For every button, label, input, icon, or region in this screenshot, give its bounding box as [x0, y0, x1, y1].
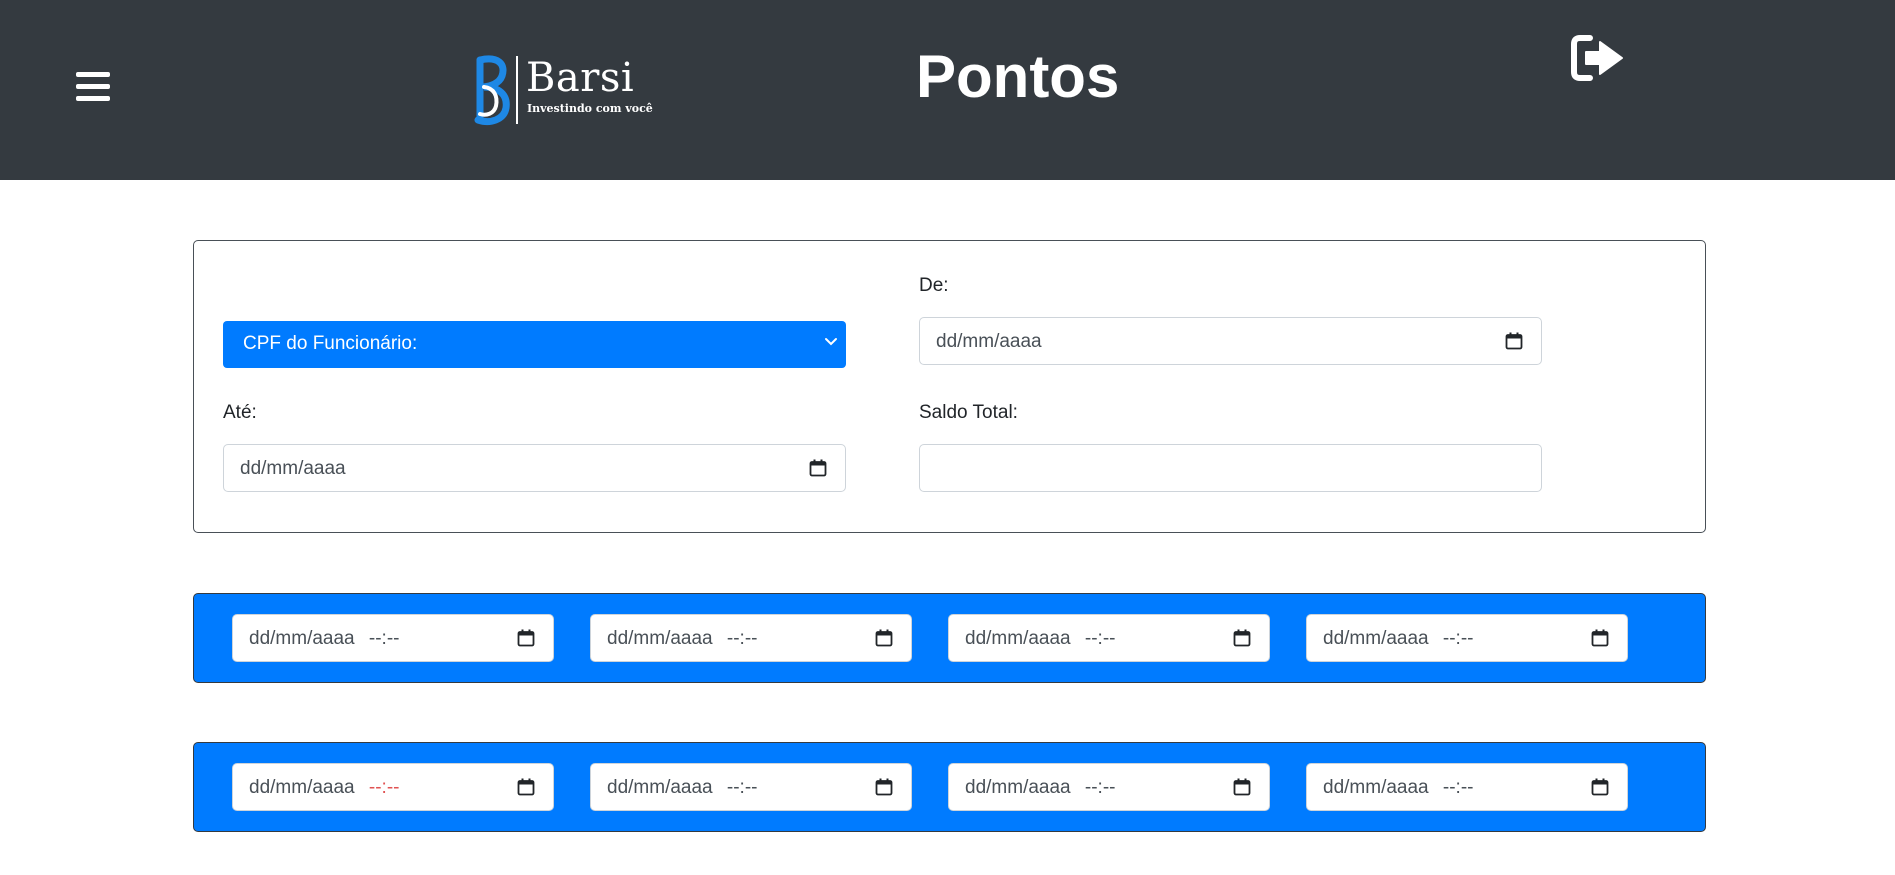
datetime-input[interactable]: dd/mm/aaaa --:--: [590, 614, 912, 662]
time-placeholder: --:--: [726, 628, 758, 649]
brand-name: Barsi: [526, 55, 635, 101]
date-placeholder: dd/mm/aaaa: [1323, 628, 1429, 649]
sign-out-icon[interactable]: [1570, 34, 1626, 82]
saldo-total-input[interactable]: [919, 444, 1542, 492]
datetime-input[interactable]: dd/mm/aaaa --:--: [948, 614, 1270, 662]
ate-date-input[interactable]: dd/mm/aaaa: [223, 444, 846, 492]
date-placeholder: dd/mm/aaaa: [249, 777, 355, 798]
calendar-icon[interactable]: [875, 778, 893, 796]
calendar-icon[interactable]: [1505, 332, 1523, 350]
calendar-icon[interactable]: [809, 459, 827, 477]
cpf-select-value: CPF do Funcionário:: [243, 333, 418, 354]
calendar-icon[interactable]: [517, 778, 535, 796]
hamburger-menu-icon[interactable]: [72, 68, 114, 106]
calendar-icon[interactable]: [1591, 629, 1609, 647]
barsi-logo: Barsi Investindo com você: [468, 54, 653, 126]
de-date-placeholder: dd/mm/aaaa: [936, 331, 1042, 352]
calendar-icon[interactable]: [517, 629, 535, 647]
date-placeholder: dd/mm/aaaa: [249, 628, 355, 649]
cpf-select[interactable]: CPF do Funcionário:: [223, 321, 846, 368]
time-placeholder: --:--: [1442, 777, 1474, 798]
ponto-row: dd/mm/aaaa --:-- dd/mm/aaaa --:-- dd/mm/…: [193, 742, 1706, 832]
time-placeholder: --:--: [726, 777, 758, 798]
ponto-row: dd/mm/aaaa --:-- dd/mm/aaaa --:-- dd/mm/…: [193, 593, 1706, 683]
date-placeholder: dd/mm/aaaa: [1323, 777, 1429, 798]
date-placeholder: dd/mm/aaaa: [607, 777, 713, 798]
date-placeholder: dd/mm/aaaa: [607, 628, 713, 649]
calendar-icon[interactable]: [1591, 778, 1609, 796]
date-placeholder: dd/mm/aaaa: [965, 777, 1071, 798]
de-label: De:: [919, 275, 949, 296]
brand-tagline: Investindo com você: [527, 102, 653, 115]
time-placeholder: --:--: [1084, 777, 1116, 798]
time-placeholder: --:--: [1084, 628, 1116, 649]
top-navbar: Barsi Investindo com você Pontos: [0, 0, 1895, 180]
calendar-icon[interactable]: [875, 629, 893, 647]
logo-divider: [516, 56, 518, 124]
datetime-input[interactable]: dd/mm/aaaa --:--: [1306, 614, 1628, 662]
datetime-input[interactable]: dd/mm/aaaa --:--: [1306, 763, 1628, 811]
datetime-input[interactable]: dd/mm/aaaa --:--: [948, 763, 1270, 811]
de-date-input[interactable]: dd/mm/aaaa: [919, 317, 1542, 365]
saldo-total-label: Saldo Total:: [919, 402, 1018, 423]
ate-date-placeholder: dd/mm/aaaa: [240, 458, 346, 479]
calendar-icon[interactable]: [1233, 629, 1251, 647]
chevron-down-icon: [825, 338, 837, 346]
time-placeholder: --:--: [368, 628, 400, 649]
time-placeholder: --:--: [1442, 628, 1474, 649]
datetime-input[interactable]: dd/mm/aaaa --:--: [232, 763, 554, 811]
datetime-input[interactable]: dd/mm/aaaa --:--: [232, 614, 554, 662]
barsi-logo-mark: [474, 55, 510, 125]
ate-label: Até:: [223, 402, 257, 423]
date-placeholder: dd/mm/aaaa: [965, 628, 1071, 649]
datetime-input[interactable]: dd/mm/aaaa --:--: [590, 763, 912, 811]
page-title: Pontos: [916, 43, 1120, 110]
calendar-icon[interactable]: [1233, 778, 1251, 796]
time-placeholder: --:--: [368, 777, 400, 798]
